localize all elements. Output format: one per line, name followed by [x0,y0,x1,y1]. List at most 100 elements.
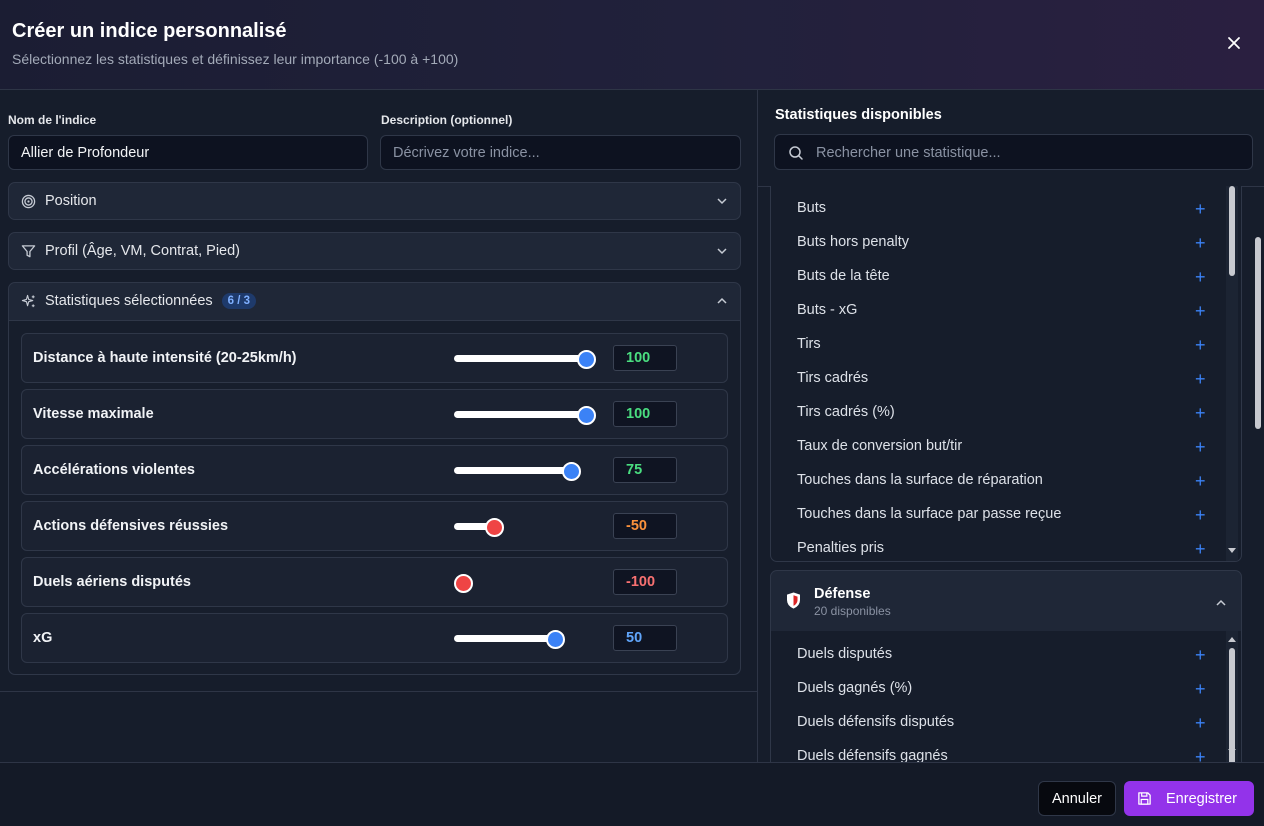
slider-fill [454,635,556,642]
selected-stat-row: Distance à haute intensité (20-25km/h) 10… [21,333,728,383]
profile-section-header[interactable]: Profil (Âge, VM, Contrat, Pied) [9,233,740,269]
plus-icon[interactable]: + [1195,680,1206,698]
scrollbar-thumb[interactable] [1255,237,1261,429]
profile-section[interactable]: Profil (Âge, VM, Contrat, Pied) [8,232,741,270]
defense-category-name: Défense [814,586,871,602]
available-stats-title: Statistiques disponibles [775,107,942,123]
plus-icon[interactable]: + [1195,540,1206,558]
selected-stat-name: xG [33,630,53,646]
available-stat-item[interactable]: Tirs [797,336,821,352]
selected-stats-section: Statistiques sélectionnées 6 / 3 Distanc… [8,282,741,675]
selected-stat-row: Duels aériens disputés -100 [21,557,728,607]
dialog-header: Créer un indice personnalisé Sélectionne… [0,0,1264,90]
available-stat-item[interactable]: Buts - xG [797,302,857,318]
scroll-down-arrow[interactable] [1228,749,1236,754]
defense-list-scrollbar[interactable] [1226,631,1238,762]
weight-slider[interactable] [454,518,596,537]
weight-value-input[interactable]: 100 [613,345,677,371]
left-panel-separator [0,691,757,692]
save-icon [1138,792,1151,805]
filter-icon [21,244,36,257]
scroll-up-arrow[interactable] [1228,637,1236,642]
plus-icon[interactable]: + [1195,234,1206,252]
plus-icon[interactable]: + [1195,370,1206,388]
plus-icon[interactable]: + [1195,646,1206,664]
selected-stat-row: xG 50 [21,613,728,663]
slider-fill [454,411,587,418]
available-stat-item[interactable]: Duels gagnés (%) [797,680,912,696]
weight-value-input[interactable]: 50 [613,625,677,651]
close-button[interactable] [1222,31,1246,55]
description-placeholder: Décrivez votre indice... [393,144,540,161]
weight-value-input[interactable]: 100 [613,401,677,427]
available-stat-item[interactable]: Touches dans la surface par passe reçue [797,506,1061,522]
slider-handle[interactable] [484,518,504,537]
search-icon [789,146,803,160]
position-section-header[interactable]: Position [9,183,740,219]
weight-value-input[interactable]: -50 [613,513,677,539]
available-stat-item[interactable]: Tirs cadrés [797,370,868,386]
name-input[interactable]: Allier de Profondeur [8,135,368,170]
available-stat-item[interactable]: Taux de conversion but/tir [797,438,962,454]
selected-stat-row: Vitesse maximale 100 [21,389,728,439]
available-stat-item[interactable]: Buts hors penalty [797,234,909,250]
defense-category-header[interactable]: Défense 20 disponibles [770,570,1242,631]
scrollbar-thumb[interactable] [1229,186,1235,276]
defense-stats-list: Duels disputés + Duels gagnés (%) + Duels dé… [770,631,1242,762]
available-stat-item[interactable]: Buts [797,200,826,216]
selected-stat-row: Accélérations violentes 75 [21,445,728,495]
plus-icon[interactable]: + [1195,472,1206,490]
available-stat-item[interactable]: Duels défensifs gagnés [797,748,948,762]
available-stat-item[interactable]: Buts de la tête [797,268,890,284]
slider-handle[interactable] [546,630,566,649]
save-button[interactable]: Enregistrer [1124,781,1254,816]
weight-slider[interactable] [454,462,596,481]
cancel-button[interactable]: Annuler [1038,781,1116,816]
chevron-up-icon [1216,599,1226,606]
slider-handle[interactable] [577,350,596,369]
available-stat-item[interactable]: Duels disputés [797,646,892,662]
position-section[interactable]: Position [8,182,741,220]
available-stat-item[interactable]: Penalties pris [797,540,884,556]
weight-value-input[interactable]: 75 [613,457,677,483]
slider-handle[interactable] [577,406,596,425]
name-label: Nom de l'indice [8,113,97,127]
slider-fill [454,467,572,474]
weight-slider[interactable] [454,630,596,649]
selected-stats-title: Statistiques sélectionnées [45,293,213,309]
slider-handle[interactable] [561,462,581,481]
dialog-footer: Annuler Enregistrer [0,762,1264,826]
weight-value-input[interactable]: -100 [613,569,677,595]
plus-icon[interactable]: + [1195,302,1206,320]
scroll-down-arrow[interactable] [1228,548,1236,553]
plus-icon[interactable]: + [1195,200,1206,218]
selected-stat-name: Accélérations violentes [33,462,195,478]
slider-handle[interactable] [454,574,473,593]
target-icon [21,194,36,208]
plus-icon[interactable]: + [1195,336,1206,354]
scrollbar-thumb[interactable] [1229,648,1235,762]
selected-stats-header[interactable]: Statistiques sélectionnées 6 / 3 [9,283,740,319]
plus-icon[interactable]: + [1195,404,1206,422]
stat-search-input[interactable]: Rechercher une statistique... [774,134,1253,170]
weight-slider[interactable] [454,350,596,369]
dialog-subtitle: Sélectionnez les statistiques et définis… [12,51,459,67]
available-stat-item[interactable]: Duels défensifs disputés [797,714,954,730]
available-stat-item[interactable]: Tirs cadrés (%) [797,404,895,420]
plus-icon[interactable]: + [1195,438,1206,456]
available-stat-item[interactable]: Touches dans la surface de réparation [797,472,1043,488]
attack-list-scrollbar[interactable] [1226,186,1238,561]
selected-stat-name: Actions défensives réussies [33,518,229,534]
plus-icon[interactable]: + [1195,506,1206,524]
right-panel-scrollbar[interactable] [1252,187,1264,762]
selected-stat-name: Distance à haute intensité (20-25km/h) [33,350,297,366]
position-section-title: Position [45,193,97,209]
weight-slider[interactable] [454,574,596,593]
plus-icon[interactable]: + [1195,714,1206,732]
close-icon [1228,37,1240,49]
plus-icon[interactable]: + [1195,748,1206,762]
search-placeholder: Rechercher une statistique... [816,145,1001,161]
plus-icon[interactable]: + [1195,268,1206,286]
weight-slider[interactable] [454,406,596,425]
description-input[interactable]: Décrivez votre indice... [380,135,741,170]
